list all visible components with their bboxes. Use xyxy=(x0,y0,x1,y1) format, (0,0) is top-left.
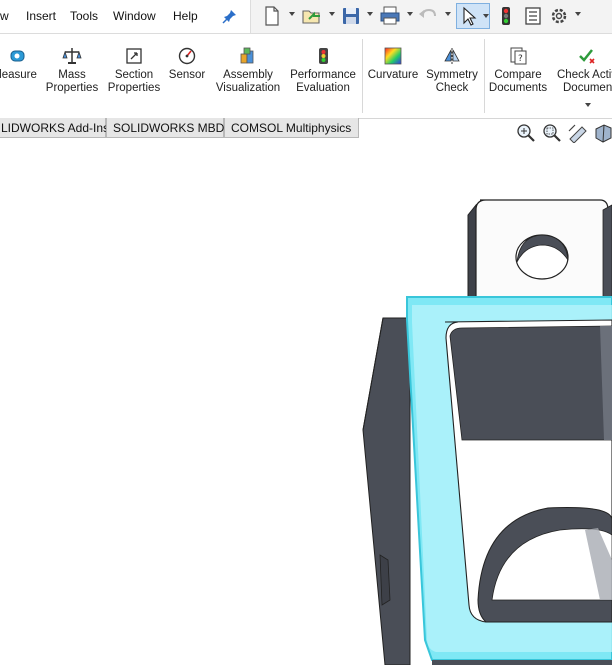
menu-window[interactable]: Window xyxy=(113,9,156,23)
ribbon-separator xyxy=(362,39,363,113)
assembly-visualization-button[interactable]: Assembly Visualization xyxy=(212,46,284,95)
check-active-document-icon xyxy=(579,49,595,64)
mass-properties-icon xyxy=(62,48,82,64)
chevron-down-icon[interactable] xyxy=(407,12,413,16)
measure-button[interactable]: leasure xyxy=(0,46,40,82)
menu-help[interactable]: Help xyxy=(173,9,198,23)
sensor-button[interactable]: Sensor xyxy=(166,46,208,82)
tab-comsol-multiphysics[interactable]: COMSOL Multiphysics xyxy=(224,118,359,138)
rebuild-traffic-light-icon[interactable] xyxy=(499,5,513,27)
part-frame-selected xyxy=(406,296,612,661)
svg-text:?: ? xyxy=(518,54,523,64)
menu-tools[interactable]: Tools xyxy=(70,9,98,23)
symmetry-check-icon xyxy=(444,48,460,64)
part-left-slab xyxy=(362,317,411,665)
part-top-tab xyxy=(467,199,612,301)
chevron-down-icon[interactable] xyxy=(289,12,295,16)
curvature-button[interactable]: Curvature xyxy=(366,46,420,82)
graphics-area[interactable] xyxy=(0,138,612,665)
new-document-icon[interactable] xyxy=(263,5,281,27)
save-icon[interactable] xyxy=(341,5,361,27)
compare-documents-button[interactable]: ? Compare Documents xyxy=(488,46,548,95)
ribbon-separator xyxy=(484,39,485,113)
mass-properties-button[interactable]: Mass Properties xyxy=(44,46,100,95)
measure-icon xyxy=(10,50,25,62)
symmetry-check-button[interactable]: Symmetry Check xyxy=(424,46,480,95)
select-button[interactable] xyxy=(456,3,490,29)
performance-evaluation-button[interactable]: Performance Evaluation xyxy=(288,46,358,95)
section-properties-button[interactable]: Section Properties xyxy=(106,46,162,95)
quick-access-toolbar xyxy=(250,0,612,33)
check-active-document-button[interactable]: Check Activ Documen xyxy=(555,46,612,107)
open-icon[interactable] xyxy=(301,5,323,27)
tab-solidworks-addins[interactable]: LIDWORKS Add-Ins xyxy=(0,118,109,138)
tab-solidworks-mbd[interactable]: SOLIDWORKS MBD xyxy=(106,118,224,138)
chevron-down-icon[interactable] xyxy=(585,103,591,107)
chevron-down-icon[interactable] xyxy=(329,12,335,16)
performance-evaluation-icon xyxy=(319,48,328,64)
menu-view[interactable]: w xyxy=(0,9,9,23)
part-bottom-base xyxy=(432,660,612,665)
sensor-icon xyxy=(178,47,196,65)
select-arrow-icon xyxy=(463,6,477,26)
section-properties-icon xyxy=(126,48,142,64)
compare-documents-icon: ? xyxy=(510,47,527,65)
menu-insert[interactable]: Insert xyxy=(26,9,56,23)
assembly-visualization-icon xyxy=(240,47,254,64)
chevron-down-icon[interactable] xyxy=(575,12,581,16)
menu-bar: w Insert Tools Window Help xyxy=(0,0,612,33)
pin-icon[interactable] xyxy=(222,8,238,24)
print-icon[interactable] xyxy=(379,5,401,27)
undo-icon[interactable] xyxy=(417,5,439,27)
chevron-down-icon[interactable] xyxy=(445,12,451,16)
options-gear-icon[interactable] xyxy=(549,5,569,27)
chevron-down-icon[interactable] xyxy=(367,12,373,16)
curvature-icon xyxy=(384,47,402,65)
chevron-down-icon[interactable] xyxy=(483,14,489,18)
file-properties-icon[interactable] xyxy=(523,5,543,27)
ribbon-evaluate: leasure Mass Properties Section Properti… xyxy=(0,33,612,119)
